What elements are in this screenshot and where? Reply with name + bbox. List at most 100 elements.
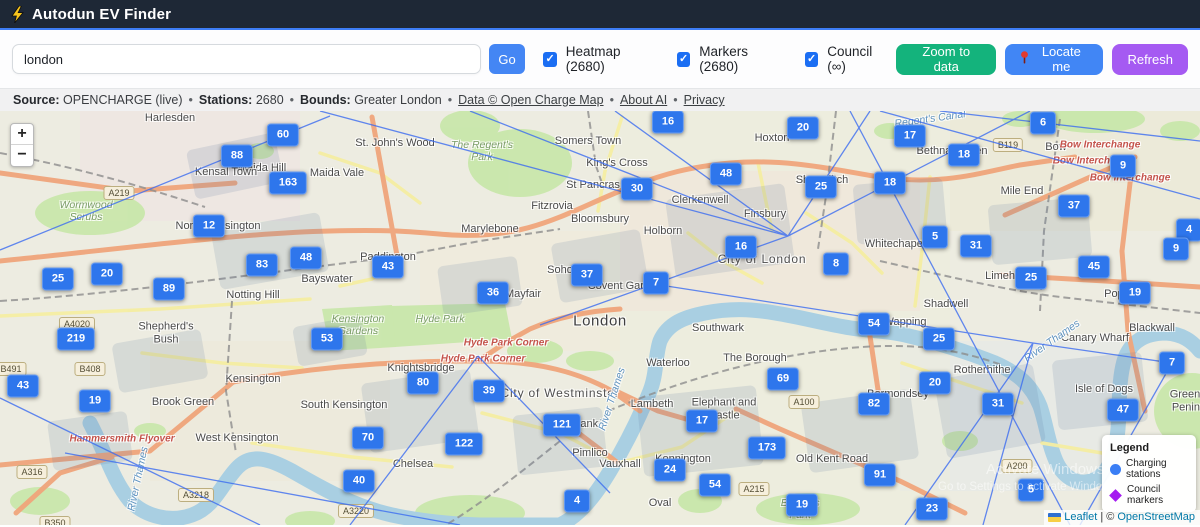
cluster-marker[interactable]: 8 (822, 252, 850, 276)
infobar-link[interactable]: Privacy (684, 93, 725, 107)
cluster-marker[interactable]: 17 (893, 124, 927, 148)
map-label: Harlesden (144, 112, 196, 124)
checkbox-icon[interactable]: ✓ (543, 51, 557, 67)
map-zoom-control: + − (10, 123, 34, 167)
cluster-marker[interactable]: 25 (41, 267, 75, 291)
cluster-marker[interactable]: 18 (947, 143, 981, 167)
legend-items: Charging stations Council markers (1109, 458, 1188, 506)
road-badge: A100 (788, 395, 820, 409)
cluster-marker[interactable]: 7 (642, 271, 670, 295)
map-label: St. John's Wood (355, 137, 435, 149)
cluster-marker[interactable]: 89 (152, 277, 186, 301)
cluster-marker[interactable]: 82 (857, 392, 891, 416)
cluster-marker[interactable]: 48 (709, 162, 743, 186)
cluster-marker[interactable]: 80 (406, 371, 440, 395)
layer-toggle-1[interactable]: ✓ Markers (2680) (676, 44, 781, 74)
separator: • (673, 93, 678, 107)
layer-toggle-0[interactable]: ✓ Heatmap (2680) (543, 44, 653, 74)
map-label: Old Kent Road (795, 453, 869, 465)
cluster-marker[interactable]: 23 (915, 497, 949, 521)
cluster-marker[interactable]: 6 (1029, 111, 1057, 135)
cluster-marker[interactable]: 53 (310, 327, 344, 351)
cluster-marker[interactable]: 121 (542, 413, 582, 437)
cluster-marker[interactable]: 40 (342, 469, 376, 493)
cluster-marker[interactable]: 54 (857, 312, 891, 336)
cluster-marker[interactable]: 17 (685, 409, 719, 433)
checkbox-icon[interactable]: ✓ (676, 51, 691, 67)
infobar: Source: OPENCHARGE (live) • Stations: 2680… (0, 88, 1200, 111)
cluster-marker[interactable]: 24 (653, 458, 687, 482)
cluster-marker[interactable]: 7 (1158, 351, 1186, 375)
zoom-in-button[interactable]: + (11, 124, 33, 145)
infobar-link[interactable]: About AI (620, 93, 667, 107)
cluster-marker[interactable]: 69 (766, 367, 800, 391)
search-input[interactable] (12, 44, 481, 74)
cluster-marker[interactable]: 83 (245, 253, 279, 277)
cluster-marker[interactable]: 37 (1057, 194, 1091, 218)
infobar-link[interactable]: Data © Open Charge Map (458, 93, 603, 107)
map-label: Mayfair (504, 288, 542, 300)
map-label: River Thames (1021, 317, 1083, 365)
cluster-marker[interactable]: 30 (620, 177, 654, 201)
cluster-marker[interactable]: 60 (266, 123, 300, 147)
cluster-marker[interactable]: 5 (921, 225, 949, 249)
zoom-out-button[interactable]: − (11, 145, 33, 166)
cluster-marker[interactable]: 91 (863, 463, 897, 487)
cluster-marker[interactable]: 9 (1162, 237, 1190, 261)
cluster-marker[interactable]: 9 (1109, 154, 1137, 178)
cluster-marker[interactable]: 19 (1118, 281, 1152, 305)
cluster-marker[interactable]: 45 (1077, 255, 1111, 279)
cluster-marker[interactable]: 16 (724, 235, 758, 259)
cluster-marker[interactable]: 31 (959, 234, 993, 258)
cluster-marker[interactable]: 39 (472, 379, 506, 403)
ukraine-flag-icon (1048, 512, 1062, 522)
cluster-marker[interactable]: 163 (268, 171, 308, 195)
cluster-marker[interactable]: 18 (873, 171, 907, 195)
cluster-marker[interactable]: 47 (1106, 398, 1140, 422)
layer-toggle-2[interactable]: ✓ Council (∞) (804, 44, 887, 74)
cluster-marker[interactable]: 31 (981, 392, 1015, 416)
cluster-marker[interactable]: 4 (563, 489, 591, 513)
cluster-marker[interactable]: 20 (918, 371, 952, 395)
cluster-marker[interactable]: 37 (570, 263, 604, 287)
cluster-marker[interactable]: 173 (747, 436, 787, 460)
cluster-marker[interactable]: 43 (6, 374, 40, 398)
attribution-link[interactable]: OpenStreetMap (1117, 511, 1195, 523)
separator: • (609, 93, 614, 107)
map-label: River Thames (596, 366, 628, 432)
attribution-link[interactable]: Leaflet (1064, 511, 1097, 523)
zoom-to-data-button[interactable]: Zoom to data (896, 43, 997, 75)
legend-item: Council markers (1109, 484, 1188, 506)
cluster-marker[interactable]: 36 (476, 281, 510, 305)
refresh-label: Refresh (1127, 51, 1173, 67)
checkbox-icon[interactable]: ✓ (804, 51, 819, 67)
go-button[interactable]: Go (488, 44, 526, 74)
map-label: Shadwell (923, 298, 969, 310)
cluster-marker[interactable]: 25 (1014, 266, 1048, 290)
cluster-marker[interactable]: 16 (651, 111, 685, 134)
cluster-marker[interactable]: 25 (922, 327, 956, 351)
map-label: Bloomsbury (570, 213, 630, 225)
cluster-marker[interactable]: 25 (804, 175, 838, 199)
locate-me-button[interactable]: Locate me (1005, 43, 1104, 75)
cluster-marker[interactable]: 19 (78, 389, 112, 413)
map-label: Pimlico (572, 447, 608, 459)
refresh-button[interactable]: Refresh (1112, 43, 1188, 75)
cluster-marker[interactable]: 5 (1017, 478, 1045, 502)
cluster-marker[interactable]: 20 (90, 262, 124, 286)
cluster-marker[interactable]: 19 (785, 493, 819, 517)
navbar: Autodun EV Finder (0, 0, 1200, 30)
cluster-marker[interactable]: 219 (56, 327, 96, 351)
cluster-marker[interactable]: 122 (444, 432, 484, 456)
cluster-marker[interactable]: 70 (351, 426, 385, 450)
cluster-marker[interactable]: 20 (786, 116, 820, 140)
cluster-marker[interactable]: 43 (371, 255, 405, 279)
cluster-marker[interactable]: 88 (220, 144, 254, 168)
map-label: Soho (547, 264, 573, 276)
cluster-marker[interactable]: 48 (289, 246, 323, 270)
cluster-marker[interactable]: 54 (698, 473, 732, 497)
road-badge: A3218 (177, 488, 215, 502)
cluster-marker[interactable]: 12 (192, 214, 226, 238)
map-label: Hoxton (754, 132, 790, 144)
map-canvas[interactable]: Harlesden St. John's Wood Somers Town King'… (0, 111, 1200, 525)
